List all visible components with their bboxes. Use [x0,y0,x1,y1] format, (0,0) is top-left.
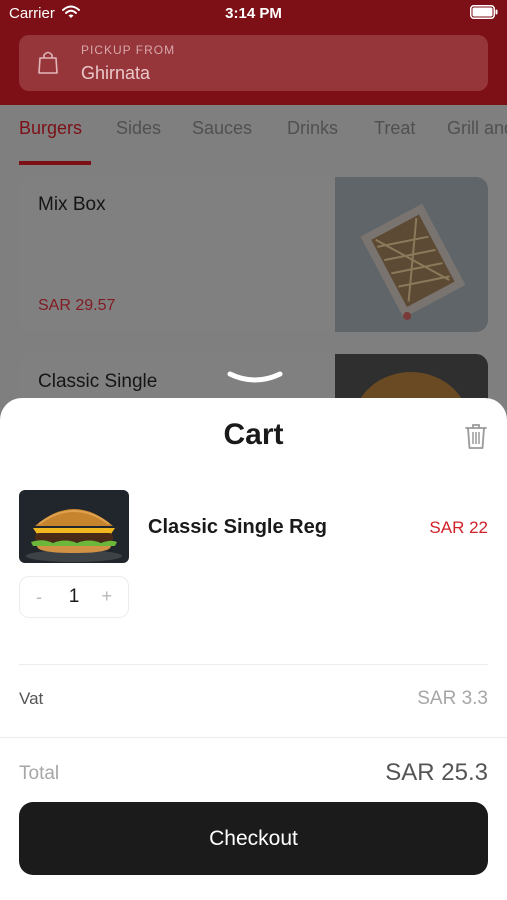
cart-item-name: Classic Single Reg [148,516,327,538]
app-header: Carrier 3:14 PM PICKUP FROM Ghirnata [0,0,507,105]
burger-image [19,490,129,563]
checkout-button[interactable]: Checkout [19,802,488,875]
shopping-bag-icon [38,51,58,74]
trash-icon[interactable] [464,422,488,450]
pickup-label: PICKUP FROM [81,43,176,57]
tab-treat[interactable]: Treat [374,118,415,139]
category-tabs: Burgers Sides Sauces Drinks Treat Grill … [0,105,507,165]
increase-quantity-button[interactable]: + [101,586,112,607]
quantity-stepper: - 1 + [19,576,129,618]
cart-sheet: Cart Classic Single Reg SAR 22 - 1 + Vat… [0,398,507,900]
mix-box-image [335,177,488,332]
tab-grill[interactable]: Grill and [447,118,507,139]
menu-item-price: SAR 29.57 [38,297,116,314]
vat-label: Vat [19,689,44,708]
divider [19,664,488,665]
vat-value: SAR 3.3 [417,688,488,709]
status-bar: Carrier 3:14 PM [0,0,507,28]
divider [0,737,507,738]
tab-burgers[interactable]: Burgers [19,118,82,139]
pickup-branch-name: Ghirnata [81,63,151,83]
cart-item-price: SAR 22 [429,518,488,537]
total-label: Total [19,763,60,784]
tab-sauces[interactable]: Sauces [192,118,252,139]
menu-list: Mix Box SAR 29.57 Classic Single [0,165,507,434]
menu-item-title: Classic Single [38,371,158,392]
tab-drinks[interactable]: Drinks [287,118,338,139]
battery-icon [470,5,498,19]
pickup-location-selector[interactable]: PICKUP FROM Ghirnata [19,35,488,91]
menu-item-title: Mix Box [38,194,106,215]
cart-title: Cart [223,418,284,451]
tab-sides[interactable]: Sides [116,118,161,139]
menu-item-card[interactable]: Mix Box SAR 29.57 [19,177,488,332]
chevron-down-icon[interactable] [226,370,284,384]
status-time: 3:14 PM [225,5,282,22]
total-value: SAR 25.3 [385,759,488,786]
